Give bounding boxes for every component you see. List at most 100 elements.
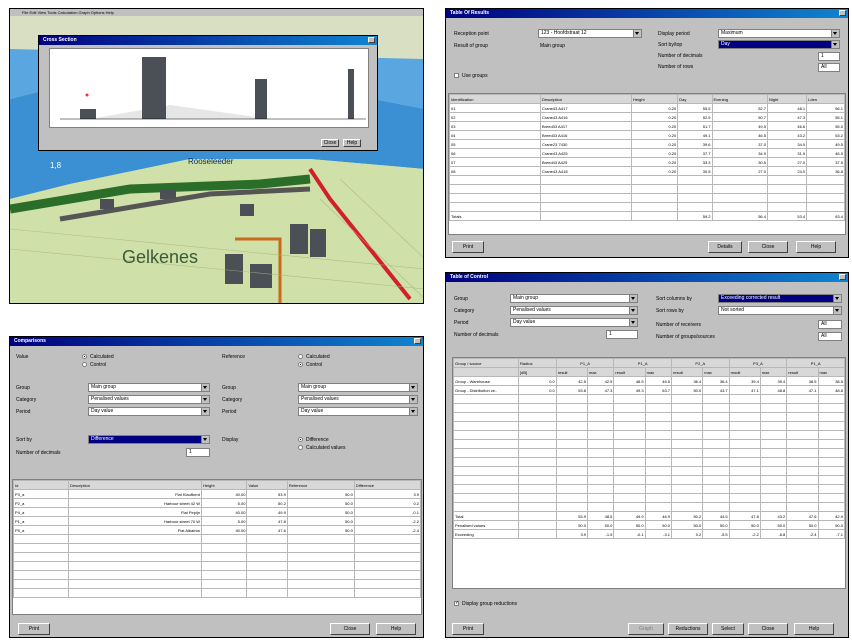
sort-rows-select[interactable]: Not sorted	[718, 306, 842, 315]
results-table[interactable]: Identification Description Height Day Ev…	[448, 93, 846, 235]
col-header[interactable]: Night	[766, 94, 808, 104]
chevron-down-icon[interactable]	[201, 396, 209, 403]
cross-section-titlebar[interactable]: Cross Section	[39, 36, 377, 45]
chevron-down-icon[interactable]	[201, 436, 209, 443]
sort-by-select[interactable]: Day	[718, 40, 840, 49]
col-header[interactable]: Description	[68, 480, 202, 490]
chevron-down-icon[interactable]	[831, 41, 839, 48]
control-titlebar[interactable]: Table of Control	[446, 273, 848, 282]
sort-columns-select[interactable]: Exceeding corrected result	[718, 294, 842, 303]
reductions-button[interactable]: Reductions	[668, 623, 708, 635]
close-button[interactable]: Close	[330, 623, 370, 635]
decimals-stepper[interactable]: 1	[818, 52, 840, 61]
chevron-down-icon[interactable]	[409, 408, 417, 415]
rows-stepper[interactable]: All	[818, 63, 840, 72]
comparisons-table[interactable]: Id Description Height Value Reference Di…	[12, 479, 422, 615]
period-select[interactable]: Day value	[510, 318, 638, 327]
point-header[interactable]: P1_A	[613, 358, 673, 368]
col-header[interactable]: Value	[246, 480, 288, 490]
decimals-stepper[interactable]: 1	[606, 330, 638, 339]
ref-group-select[interactable]: Main group	[298, 383, 418, 392]
graph-button[interactable]: Graph	[628, 623, 664, 635]
map-menubar[interactable]: File Edit View Tools Calculation Graph O…	[10, 9, 423, 16]
ref-control-radio[interactable]	[298, 362, 303, 367]
sort-select[interactable]: Difference	[88, 435, 210, 444]
table-row[interactable]: P5_a Flat Albatros 40.00 47.6 50.0 -2.4	[13, 525, 421, 535]
chart-help-button[interactable]: Help	[343, 139, 361, 147]
chevron-down-icon[interactable]	[201, 408, 209, 415]
chevron-down-icon[interactable]	[833, 307, 841, 314]
close-icon[interactable]	[414, 338, 421, 344]
col-header[interactable]: Identification	[449, 94, 541, 104]
value-calculated-radio[interactable]	[82, 354, 87, 359]
ref-period-select[interactable]: Day value	[298, 407, 418, 416]
num-receivers-stepper[interactable]: All	[818, 320, 842, 329]
point-header[interactable]: P2_A	[671, 358, 730, 368]
chevron-down-icon[interactable]	[629, 295, 637, 302]
help-button[interactable]: Help	[794, 623, 834, 635]
point-header[interactable]: P1_A	[786, 358, 845, 368]
group-select[interactable]: Main group	[510, 294, 638, 303]
chevron-down-icon[interactable]	[633, 30, 641, 37]
comparisons-titlebar[interactable]: Comparisons	[10, 337, 423, 346]
select-button[interactable]: Select	[712, 623, 744, 635]
point-header[interactable]: P3_A	[728, 358, 788, 368]
chevron-down-icon[interactable]	[409, 396, 417, 403]
col-header[interactable]: Id	[13, 480, 69, 490]
chevron-down-icon[interactable]	[629, 307, 637, 314]
display-difference-radio[interactable]	[298, 437, 303, 442]
col-header[interactable]: Lden	[806, 94, 845, 104]
period-select[interactable]: Day value	[88, 407, 210, 416]
print-button[interactable]: Print	[18, 623, 50, 635]
table-row[interactable]: 03 Breed33 A417 0.20 51.7 49.5 46.6 55.0	[449, 121, 845, 131]
table-row[interactable]: 06 Crane43 A425 0.20 37.7 34.9 31.9 46.5	[449, 148, 845, 158]
col-header[interactable]: Difference	[353, 480, 421, 490]
table-row[interactable]: P4_a Flat Pepijn 40.00 49.9 50.0 -0.1	[13, 507, 421, 517]
table-row[interactable]: Group - Distribution ce.. 0.0 53.8 47.3 49.3…	[453, 385, 845, 395]
table-row[interactable]: 04 Breed33 A416 0.20 49.1 46.5 43.2 53.2	[449, 130, 845, 140]
table-row[interactable]: P1_a Harbour street 70 W 5.00 47.8 50.0 -2.2	[13, 516, 421, 526]
close-icon[interactable]	[839, 274, 846, 280]
results-titlebar[interactable]: Table Of Results	[446, 9, 848, 18]
col-header[interactable]: Description	[540, 94, 632, 104]
chart-close-button[interactable]: Close	[321, 139, 339, 147]
print-button[interactable]: Print	[452, 623, 484, 635]
chevron-down-icon[interactable]	[629, 319, 637, 326]
details-button[interactable]: Details	[708, 241, 742, 253]
chevron-down-icon[interactable]	[833, 295, 841, 302]
point-header[interactable]: P1_A	[555, 358, 615, 368]
display-reductions-checkbox[interactable]: ✓	[454, 601, 459, 606]
close-button[interactable]: Close	[748, 623, 788, 635]
close-button[interactable]: Close	[748, 241, 788, 253]
close-icon[interactable]	[839, 10, 846, 16]
table-row[interactable]: 01 Crane43 A417 0.20 55.5 52.7 48.1 56.1	[449, 103, 845, 113]
decimals-stepper[interactable]: 1	[186, 448, 210, 457]
col-header[interactable]: Day	[677, 94, 713, 104]
chevron-down-icon[interactable]	[201, 384, 209, 391]
col-header[interactable]: Radius	[518, 358, 557, 368]
col-header[interactable]: Reference	[286, 480, 355, 490]
table-row[interactable]: 08 Crane43 A418 0.20 30.5 27.0 24.0 36.8	[449, 166, 845, 176]
reception-point-select[interactable]: 123 - Hoofdstraat 12	[538, 29, 642, 38]
display-calculated-radio[interactable]	[298, 445, 303, 450]
print-button[interactable]: Print	[452, 241, 484, 253]
ref-category-select[interactable]: Penalised values	[298, 395, 418, 404]
table-row[interactable]: Group - Warehouse 0.0 42.5 42.5 48.5 46.5 36.4…	[453, 376, 845, 386]
group-select[interactable]: Main group	[88, 383, 210, 392]
help-button[interactable]: Help	[376, 623, 416, 635]
value-control-radio[interactable]	[82, 362, 87, 367]
col-header[interactable]: Height	[200, 480, 248, 490]
table-row[interactable]: 02 Crane43 A416 0.20 52.5 50.7 47.3 55.1	[449, 112, 845, 122]
help-button[interactable]: Help	[796, 241, 836, 253]
ref-calculated-radio[interactable]	[298, 354, 303, 359]
chevron-down-icon[interactable]	[831, 30, 839, 37]
category-select[interactable]: Penalised values	[88, 395, 210, 404]
table-row[interactable]: 05 Crane23 7430 0.20 39.6 37.0 34.0 49.5	[449, 139, 845, 149]
table-row[interactable]: P2_a Harbour street 42 W 5.00 50.2 50.0 0.2	[13, 498, 421, 508]
col-header[interactable]: Evening	[711, 94, 768, 104]
col-header[interactable]: Group / source	[453, 358, 519, 368]
control-table[interactable]: Group / source Radius P1_A P1_A P2_A P3_…	[452, 357, 846, 589]
display-period-select[interactable]: Maximum	[718, 29, 840, 38]
table-row[interactable]: 07 Breed43 A425 0.20 33.3 30.5 27.0 37.5	[449, 157, 845, 167]
table-row[interactable]: P3_a Flat Klaufberd 40.00 53.9 50.0 3.9	[13, 489, 421, 499]
